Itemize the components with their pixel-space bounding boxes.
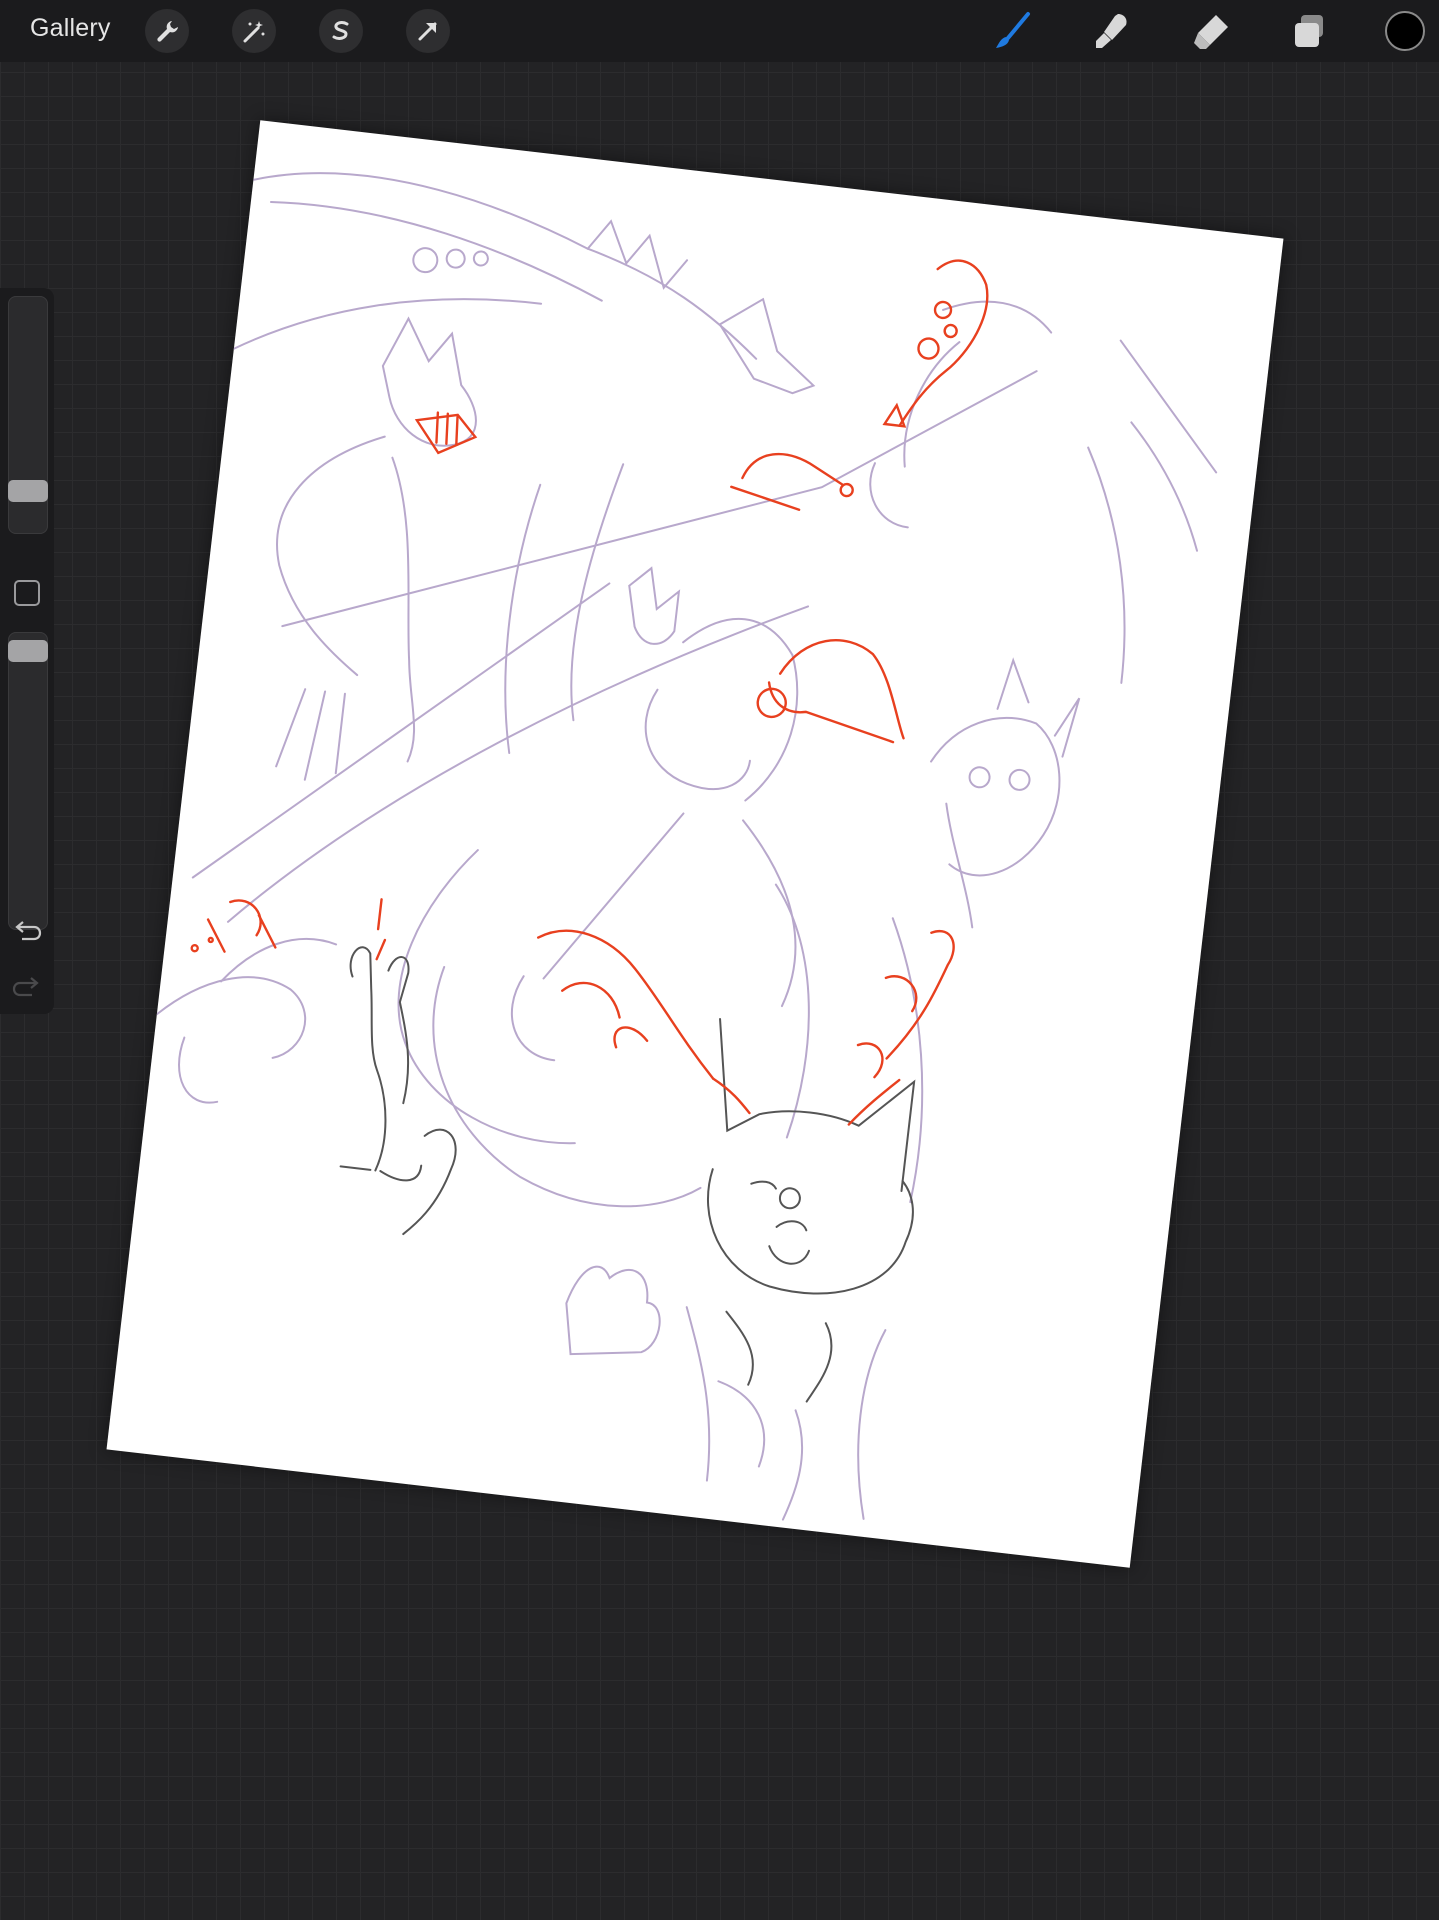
brush-size-thumb[interactable] — [8, 480, 48, 502]
layers-icon — [1295, 15, 1323, 47]
opacity-slider[interactable] — [8, 632, 48, 930]
selection-icon — [332, 21, 349, 40]
layers-button[interactable] — [1286, 8, 1332, 54]
transform-button[interactable] — [406, 9, 450, 53]
undo-icon — [15, 921, 42, 941]
gray-sketch-lines — [339, 946, 916, 1403]
actions-button[interactable] — [145, 9, 189, 53]
magic-wand-icon — [243, 21, 265, 43]
redo-button[interactable] — [12, 974, 42, 1009]
brush-tool-button[interactable] — [990, 8, 1036, 54]
top-toolbar: Gallery — [0, 0, 1439, 62]
color-picker-swatch[interactable] — [1385, 11, 1425, 51]
red-sketch-lines — [190, 259, 989, 1126]
undo-button[interactable] — [12, 918, 42, 953]
gallery-button[interactable]: Gallery — [30, 14, 111, 43]
adjustments-button[interactable] — [232, 9, 276, 53]
brush-size-slider[interactable] — [8, 296, 48, 534]
opacity-thumb[interactable] — [8, 640, 48, 662]
sketch-artwork — [155, 172, 1218, 1521]
transform-arrow-icon — [418, 22, 437, 41]
selection-button[interactable] — [319, 9, 363, 53]
drawing-canvas[interactable] — [106, 120, 1284, 1568]
redo-icon — [12, 977, 39, 997]
modify-button[interactable] — [14, 580, 40, 606]
eraser-icon — [1194, 15, 1228, 49]
lavender-sketch-lines — [155, 172, 1218, 1521]
smudge-icon — [1096, 14, 1127, 48]
eraser-tool-button[interactable] — [1188, 8, 1234, 54]
left-sidebar — [0, 288, 54, 1014]
smudge-tool-button[interactable] — [1088, 8, 1134, 54]
brush-icon — [996, 12, 1030, 48]
wrench-icon — [157, 21, 178, 42]
